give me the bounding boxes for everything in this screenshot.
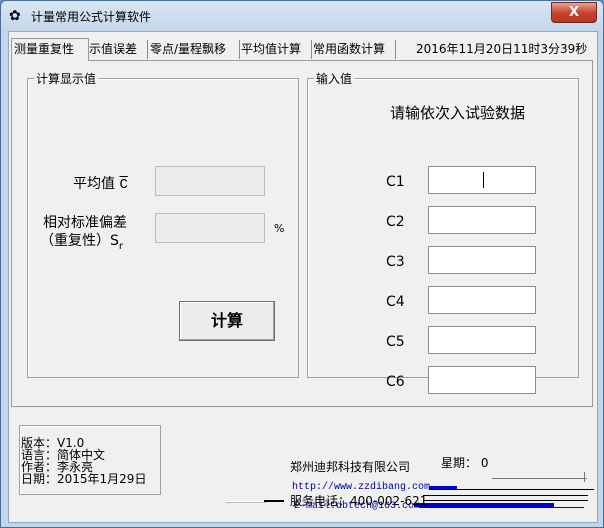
tab-repeatability[interactable]: 测量重复性	[11, 38, 89, 61]
marquee-line-top	[492, 478, 587, 479]
marquee-bar-left	[264, 500, 284, 502]
marquee-track-left	[226, 501, 266, 503]
tab-zero-span-drift[interactable]: 零点/量程飘移	[148, 40, 240, 59]
app-info-box: 版本：V1.0 语言：简体中文 作者：李永亮 日期：2015年1月29日	[19, 425, 161, 495]
c5-input[interactable]	[428, 326, 536, 354]
marquee-line-phone-b	[423, 500, 588, 501]
rsd-output	[155, 213, 265, 243]
average-symbol: C	[119, 177, 128, 193]
tab-common-functions[interactable]: 常用函数计算	[311, 40, 396, 59]
calculate-button[interactable]: 计算	[179, 301, 275, 341]
marquee-bar-url	[429, 486, 457, 489]
text-caret	[483, 172, 484, 188]
close-button[interactable]: X	[551, 2, 597, 23]
rsd-label-line1: 相对标准偏差	[43, 215, 127, 231]
client-area: 测量重复性 示值误差 零点/量程飘移 平均值计算 常用函数计算 2016年11月…	[8, 31, 598, 523]
footer-area: 版本：V1.0 语言：简体中文 作者：李永亮 日期：2015年1月29日 郑州迪…	[9, 406, 597, 522]
window-title: 计量常用公式计算软件	[31, 10, 152, 24]
c4-label: C4	[386, 294, 405, 310]
marquee-line-url	[429, 489, 594, 490]
calc-result-legend: 计算显示值	[36, 72, 97, 86]
datetime-display: 2016年11月20日11时3分39秒	[416, 42, 588, 56]
title-bar[interactable]: ✿ 计量常用公式计算软件 X	[1, 1, 603, 31]
weekday-display: 星期： 0	[441, 456, 489, 470]
tab-panel-repeatability: 计算显示值 平均值 C 相对标准偏差 （重复性）Sr % 计算 输入值 请输依次…	[11, 60, 593, 407]
c2-label: C2	[386, 214, 405, 230]
marquee-line-phone-a	[423, 495, 588, 496]
percent-unit: %	[274, 222, 285, 235]
company-name: 郑州迪邦科技有限公司	[290, 460, 411, 474]
marquee-line-email	[419, 507, 584, 508]
c1-label: C1	[386, 174, 405, 190]
c1-input[interactable]	[428, 166, 536, 194]
c4-input[interactable]	[428, 286, 536, 314]
app-window: ✿ 计量常用公式计算软件 X 测量重复性 示值误差 零点/量程飘移 平均值计算 …	[0, 0, 604, 528]
c2-input[interactable]	[428, 206, 536, 234]
c6-label: C6	[386, 374, 405, 390]
date-text: 日期：2015年1月29日	[21, 472, 147, 486]
rsd-subscript: r	[118, 240, 124, 252]
average-label: 平均值 C	[73, 176, 128, 193]
average-output	[155, 166, 265, 196]
c5-label: C5	[386, 334, 405, 350]
input-prompt: 请输依次入试验数据	[390, 104, 526, 122]
marquee-tick	[584, 472, 585, 482]
tab-indication-error[interactable]: 示值误差	[87, 40, 148, 59]
tab-average-calc[interactable]: 平均值计算	[239, 40, 312, 59]
c3-label: C3	[386, 254, 405, 270]
rsd-label-line2: （重复性）Sr	[40, 233, 124, 252]
c6-input[interactable]	[428, 366, 536, 394]
input-values-legend: 输入值	[316, 72, 353, 86]
c3-input[interactable]	[428, 246, 536, 274]
app-logo-icon: ✿	[9, 8, 21, 24]
service-phone: 服务电话：400-002-621	[290, 494, 428, 508]
